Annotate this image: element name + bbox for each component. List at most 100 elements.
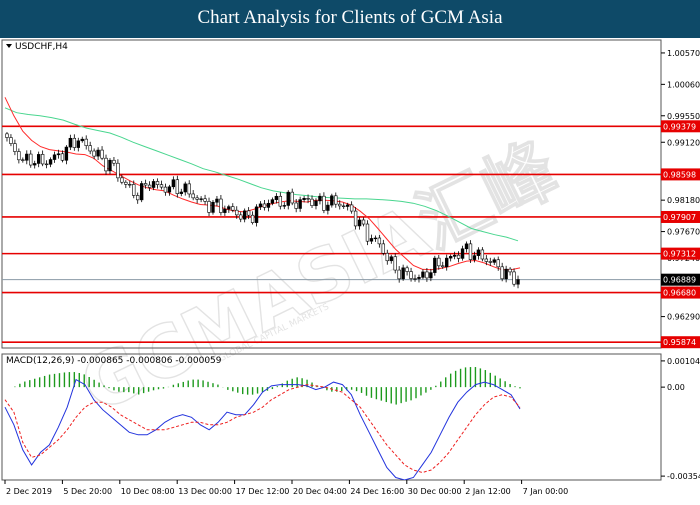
price-tick-label: 0.99550 — [667, 112, 700, 121]
candle-body — [136, 195, 140, 201]
price-tick-label: 1.00570 — [667, 49, 700, 58]
time-tick-label: 17 Dec 12:00 — [236, 487, 290, 496]
candle-body — [460, 248, 465, 259]
candle-body — [334, 195, 338, 205]
candle-body — [187, 183, 191, 195]
candle-body — [326, 204, 330, 211]
candle-body — [381, 243, 386, 254]
candle-body — [445, 257, 449, 268]
candle-body — [5, 133, 9, 138]
macd-tick-label: -0.003545 — [667, 472, 700, 481]
candle-body — [207, 201, 211, 213]
candle-body — [345, 204, 350, 207]
candle-body — [496, 259, 500, 268]
candle-body — [448, 256, 453, 259]
candle-body — [104, 157, 108, 172]
candle-body — [29, 153, 33, 166]
candle-body — [456, 254, 461, 259]
candle-body — [33, 163, 37, 166]
candle-body — [155, 181, 160, 185]
candle-body — [108, 159, 112, 172]
candle-body — [13, 143, 17, 152]
candle-body — [254, 206, 259, 223]
level-label: 0.96680 — [663, 289, 696, 298]
candle-body — [302, 198, 306, 200]
candle-body — [437, 257, 441, 267]
candle-body — [425, 271, 429, 279]
candle-body — [500, 266, 504, 280]
chart-svg: GCMASIA汇峰 GLOBAL CAPITAL MARKETS USDCHF,… — [1, 39, 700, 496]
candle-body — [389, 256, 393, 262]
candle-body — [484, 258, 489, 262]
price-tick-label: 1.00060 — [667, 80, 700, 89]
time-tick-label: 2 Dec 2019 — [6, 487, 52, 496]
candle-body — [223, 208, 227, 213]
candle-body — [242, 210, 247, 220]
macd-tick-label: 0.001045 — [667, 357, 700, 366]
time-tick-label: 20 Dec 04:00 — [293, 487, 347, 496]
candle-body — [171, 179, 176, 188]
candle-body — [318, 195, 322, 202]
level-label: 0.97907 — [663, 213, 696, 222]
candle-body — [17, 151, 21, 161]
symbol-text: USDCHF,H4 — [15, 42, 68, 52]
candle-body — [492, 259, 496, 263]
candle-body — [250, 214, 255, 223]
chart-banner: Chart Analysis for Clients of GCM Asia — [0, 0, 700, 38]
candle-body — [139, 183, 144, 201]
price-axis: 1.005701.000600.995500.991200.986100.981… — [661, 49, 700, 349]
candle-body — [330, 195, 334, 206]
candle-body — [357, 219, 362, 227]
candle-body — [294, 202, 298, 209]
candle-body — [116, 162, 120, 179]
candle-body — [405, 267, 409, 272]
candle-body — [72, 137, 77, 148]
time-tick-label: 13 Dec 00:00 — [178, 487, 232, 496]
candle-body — [68, 137, 73, 148]
candle-body — [365, 223, 370, 242]
candle-body — [433, 257, 437, 273]
candle-body — [314, 200, 318, 206]
candle-body — [290, 191, 294, 204]
candle-body — [128, 183, 132, 186]
candle-body — [179, 191, 183, 194]
candle-body — [452, 254, 457, 257]
candle-body — [369, 238, 374, 242]
candle-body — [353, 210, 358, 227]
candle-body — [429, 272, 433, 279]
candle-body — [147, 184, 152, 188]
candle-body — [278, 195, 283, 207]
candle-body — [397, 269, 401, 280]
candle-body — [88, 145, 92, 152]
candle-body — [191, 193, 195, 199]
banner-title: Chart Analysis for Clients of GCM Asia — [197, 7, 503, 28]
candle-body — [488, 261, 492, 263]
candle-body — [195, 197, 199, 200]
symbol-label: USDCHF,H4 — [6, 42, 68, 52]
candle-body — [76, 140, 80, 148]
candle-body — [227, 206, 231, 210]
candle-body — [163, 186, 168, 193]
candle-body — [274, 195, 279, 200]
candle-body — [215, 198, 219, 203]
candle-body — [441, 265, 445, 268]
candle-body — [183, 183, 187, 193]
time-axis: 2 Dec 2019 5 Dec 20:00 10 Dec 08:00 13 Dec … — [4, 480, 569, 496]
candle-body — [246, 210, 251, 216]
candle-body — [282, 205, 286, 207]
candle-body — [132, 184, 136, 196]
candle-body — [40, 154, 45, 165]
candle-body — [211, 201, 215, 213]
candle-body — [393, 256, 397, 271]
candle-body — [476, 249, 481, 256]
candle-body — [464, 243, 469, 250]
time-tick-label: 30 Dec 00:00 — [408, 487, 462, 496]
time-tick-label: 2 Jan 12:00 — [465, 487, 511, 496]
candle-body — [80, 138, 84, 142]
candle-body — [21, 159, 25, 161]
candle-body — [258, 203, 263, 208]
time-tick-label: 7 Jan 00:00 — [523, 487, 569, 496]
candle-body — [199, 198, 203, 200]
candle-body — [56, 153, 61, 156]
level-label: 0.95874 — [663, 338, 696, 347]
